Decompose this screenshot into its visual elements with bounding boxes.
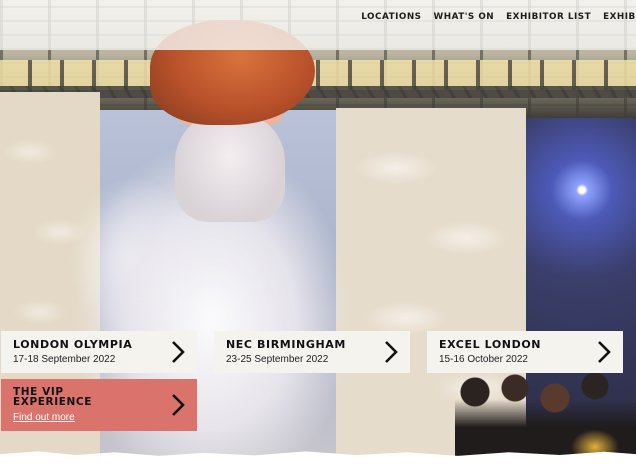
chevron-right-icon <box>172 341 185 363</box>
site-header: LOCATIONS WHAT'S ON EXHIBITOR LIST EXHIB… <box>0 0 636 50</box>
venue-card-london-olympia[interactable]: LONDON OLYMPIA 17-18 September 2022 <box>1 331 197 373</box>
vip-experience-card[interactable]: THE VIP EXPERIENCE Find out more <box>1 379 197 431</box>
find-out-more-link[interactable]: Find out more <box>13 412 75 423</box>
vip-title: THE VIP EXPERIENCE <box>13 386 92 408</box>
nav-exhibitor-list[interactable]: EXHIBITOR LIST <box>506 12 591 22</box>
venue-dates: 23-25 September 2022 <box>226 354 329 365</box>
chevron-right-icon <box>598 341 611 363</box>
main-nav: LOCATIONS WHAT'S ON EXHIBITOR LIST EXHIB… <box>361 12 636 22</box>
venue-card-nec-birmingham[interactable]: NEC BIRMINGHAM 23-25 September 2022 <box>214 331 410 373</box>
gown-bodice <box>175 112 285 222</box>
venue-dates: 17-18 September 2022 <box>13 354 116 365</box>
chevron-right-icon <box>385 341 398 363</box>
venue-card-excel-london[interactable]: EXCEL LONDON 15-16 October 2022 <box>427 331 623 373</box>
venue-name: EXCEL LONDON <box>439 338 542 351</box>
venue-name: LONDON OLYMPIA <box>13 338 133 351</box>
nav-locations[interactable]: LOCATIONS <box>361 12 421 22</box>
nav-whats-on[interactable]: WHAT'S ON <box>434 12 495 22</box>
chevron-right-icon <box>172 394 185 416</box>
venue-name: NEC BIRMINGHAM <box>226 338 346 351</box>
venue-dates: 15-16 October 2022 <box>439 354 528 365</box>
nav-exhibit[interactable]: EXHIBIT <box>603 12 636 22</box>
audience <box>455 372 636 464</box>
